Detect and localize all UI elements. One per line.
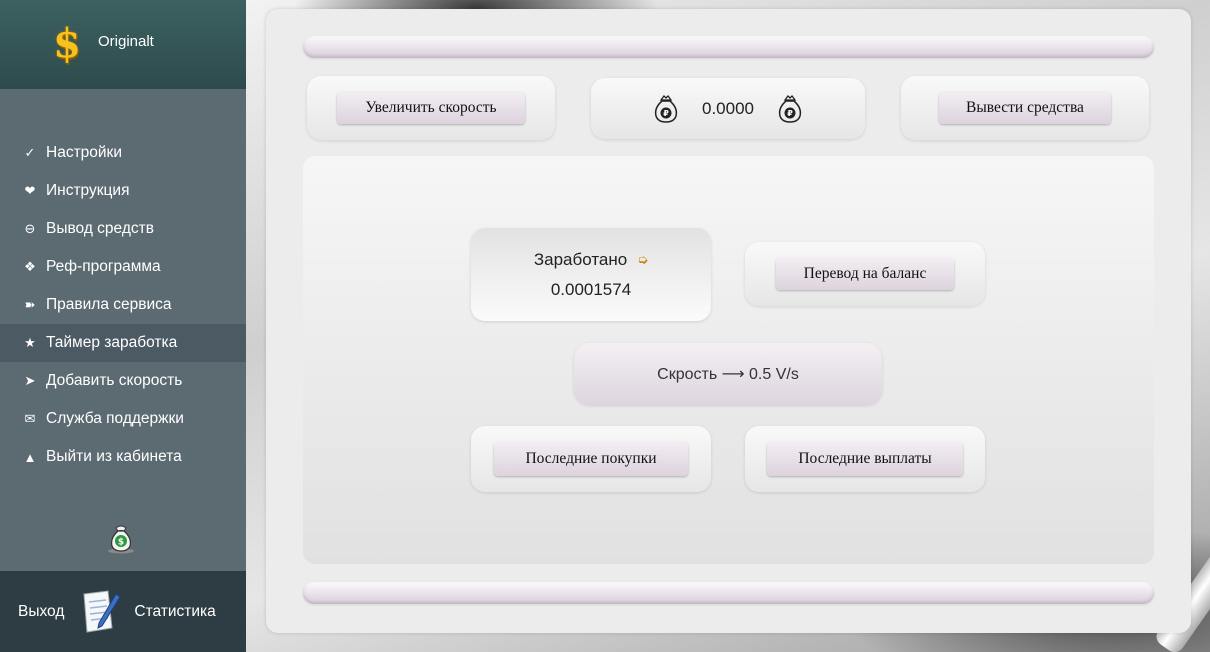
sidebar-item-label: Инструкция: [46, 182, 130, 199]
sidebar-item-label: Служба поддержки: [46, 410, 184, 427]
sidebar-item-withdrawal[interactable]: ⊖ Вывод средств: [0, 210, 246, 248]
ruble-bag-icon: ₽: [654, 94, 678, 123]
sidebar-item-label: Таймер заработка: [46, 334, 178, 351]
sidebar-item-rules[interactable]: ➽ Правила сервиса: [0, 286, 246, 324]
balance-value: 0.0000: [702, 98, 754, 118]
arrowhead-icon: ➤: [24, 373, 36, 388]
sidebar-item-label: Реф-программа: [46, 258, 161, 275]
svg-text:$: $: [118, 538, 124, 548]
ruble-bag-icon: ₽: [778, 94, 802, 123]
sidebar-item-label: Вывод средств: [46, 220, 154, 237]
money-bag-icon: $: [108, 525, 134, 554]
speed-display: Скрость ⟶ 0.5 V/s: [574, 343, 882, 405]
sidebar-item-label: Выйти из кабинета: [46, 448, 182, 465]
sidebar-item-earning-timer[interactable]: ★ Таймер заработка: [0, 324, 246, 362]
document-pen-icon: [83, 589, 122, 633]
sidebar-footer: Выход Статистика: [0, 571, 246, 652]
transfer-card: Перевод на баланс: [745, 242, 985, 306]
top-decorative-bar: [303, 36, 1154, 58]
diamond-icon: ❖: [24, 259, 36, 274]
triangle-up-icon: ▲: [23, 449, 37, 465]
arrow-right-icon: ➭: [637, 251, 649, 267]
dollar-logo-icon: $: [53, 20, 81, 67]
earned-card: Заработано ➭ 0.0001574: [471, 228, 711, 321]
balance-card: ₽ 0.0000 ₽: [591, 78, 865, 139]
bottom-decorative-bar: [303, 582, 1154, 604]
recent-payouts-card: Последние выплаты: [745, 426, 985, 492]
main-panel: Увеличить скорость ₽ 0.0000 ₽ Вывести ср…: [266, 9, 1191, 633]
sidebar-menu: ✓ Настройки ❤ Инструкция ⊖ Вывод средств…: [0, 134, 246, 476]
statistics-link[interactable]: Статистика: [134, 603, 215, 621]
earning-section: Заработано ➭ 0.0001574 Перевод на баланс…: [303, 156, 1154, 564]
svg-text:₽: ₽: [787, 109, 793, 118]
withdraw-funds-button[interactable]: Вывести средства: [939, 92, 1111, 124]
brand-header[interactable]: $ Originalt: [0, 0, 246, 89]
sidebar-item-label: Настройки: [46, 144, 123, 161]
circle-minus-icon: ⊖: [24, 221, 36, 236]
withdraw-card: Вывести средства: [901, 76, 1149, 140]
sidebar-item-settings[interactable]: ✓ Настройки: [0, 134, 246, 172]
transfer-to-balance-button[interactable]: Перевод на баланс: [776, 258, 954, 290]
heart-icon: ❤: [24, 183, 36, 198]
brand-name: Originalt: [98, 33, 154, 50]
sidebar-item-instructions[interactable]: ❤ Инструкция: [0, 172, 246, 210]
check-icon: ✓: [24, 145, 36, 160]
star-icon: ★: [24, 335, 36, 350]
svg-text:₽: ₽: [663, 109, 669, 118]
exit-link[interactable]: Выход: [18, 603, 64, 621]
recent-payouts-button[interactable]: Последние выплаты: [767, 442, 963, 476]
recent-purchases-card: Последние покупки: [471, 426, 711, 492]
sidebar-item-support[interactable]: ✉ Служба поддержки: [0, 400, 246, 438]
sidebar-item-referral[interactable]: ❖ Реф-программа: [0, 248, 246, 286]
earned-label: Заработано: [533, 249, 628, 269]
sidebar: $ Originalt ✓ Настройки ❤ Инструкция ⊖ В…: [0, 0, 246, 652]
sidebar-item-label: Правила сервиса: [46, 296, 172, 313]
increase-speed-button[interactable]: Увеличить скорость: [337, 92, 525, 124]
arrow-right-icon: ➽: [24, 297, 36, 312]
earned-value: 0.0001574: [550, 279, 632, 299]
earned-label-row: Заработано ➭: [534, 250, 648, 270]
recent-purchases-button[interactable]: Последние покупки: [494, 442, 688, 476]
sidebar-item-label: Добавить скорость: [46, 372, 183, 389]
speed-up-card: Увеличить скорость: [307, 76, 555, 140]
sidebar-item-add-speed[interactable]: ➤ Добавить скорость: [0, 362, 246, 400]
envelope-icon: ✉: [24, 411, 36, 426]
sidebar-item-logout[interactable]: ▲ Выйти из кабинета: [0, 438, 246, 476]
